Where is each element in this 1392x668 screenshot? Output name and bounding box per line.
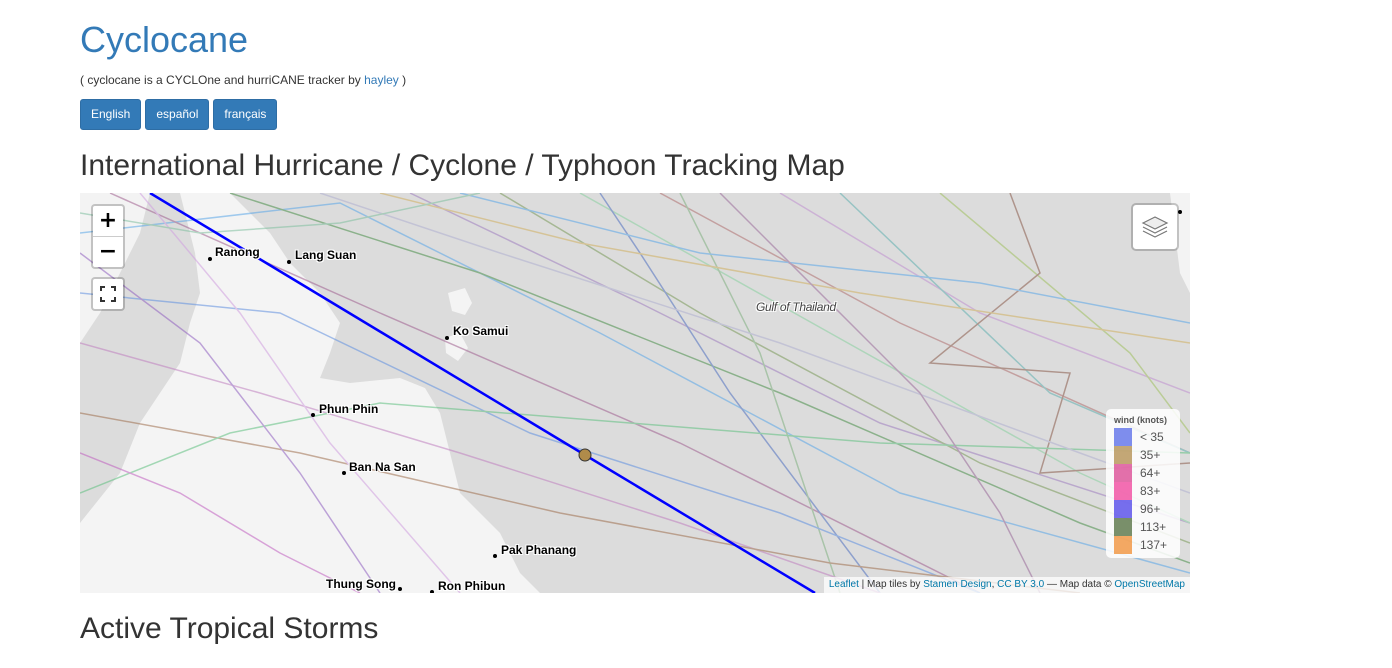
island-samui: [448, 288, 472, 315]
leaflet-link[interactable]: Leaflet: [829, 579, 859, 590]
lang-spanish-button[interactable]: español: [145, 99, 210, 130]
legend-swatch: [1114, 446, 1132, 464]
legend-item: 113+: [1114, 518, 1180, 536]
author-link[interactable]: hayley: [364, 73, 399, 87]
place-label: Lang Suan: [295, 248, 357, 262]
place-label: Ban Na San: [349, 460, 416, 474]
legend-label: 137+: [1140, 538, 1168, 552]
fullscreen-button[interactable]: [91, 277, 125, 311]
legend-label: 64+: [1140, 466, 1161, 480]
osm-link[interactable]: OpenStreetMap: [1114, 579, 1185, 590]
site-title[interactable]: Cyclocane: [80, 18, 248, 62]
legend-title: wind (knots): [1114, 415, 1167, 425]
lang-english-button[interactable]: English: [80, 99, 142, 130]
legend-item: 35+: [1114, 446, 1180, 464]
zoom-in-button[interactable]: +: [93, 206, 123, 236]
tracking-map[interactable]: Ranong Lang Suan Ko Samui Phun Phin Ban …: [80, 193, 1190, 593]
legend-swatch: [1114, 482, 1132, 500]
attrib-data: — Map data ©: [1044, 579, 1115, 590]
place-label: Ranong: [215, 245, 260, 259]
place-label: Phun Phin: [319, 402, 379, 416]
legend-item: 96+: [1114, 500, 1180, 518]
tagline-end: ): [398, 73, 407, 87]
stamen-link[interactable]: Stamen Design: [923, 579, 991, 590]
legend-item: 137+: [1114, 536, 1180, 554]
legend-swatch: [1114, 464, 1132, 482]
place-label: Ko Samui: [453, 324, 509, 338]
legend-label: 83+: [1140, 484, 1161, 498]
tagline: ( cyclocane is a CYCLOne and hurriCANE t…: [80, 72, 406, 88]
storms-heading: Active Tropical Storms: [80, 612, 379, 645]
legend-item: 83+: [1114, 482, 1180, 500]
legend-label: < 35: [1140, 430, 1164, 444]
license-link[interactable]: CC BY 3.0: [997, 579, 1044, 590]
legend-item: 64+: [1114, 464, 1180, 482]
layers-icon: [1141, 216, 1169, 238]
storm-position-marker: [578, 448, 592, 462]
layers-button[interactable]: [1131, 203, 1179, 251]
fullscreen-icon: [100, 286, 116, 302]
language-switcher: English español français: [80, 99, 278, 130]
zoom-out-button[interactable]: −: [93, 236, 123, 267]
place-label: Thung Song: [326, 577, 396, 591]
zoom-control: + −: [91, 204, 125, 269]
legend-item: < 35: [1114, 428, 1180, 446]
legend-label: 113+: [1140, 520, 1167, 534]
legend-swatch: [1114, 536, 1132, 554]
lang-french-button[interactable]: français: [213, 99, 278, 130]
tagline-text: ( cyclocane is a CYCLOne and hurriCANE t…: [80, 73, 365, 87]
map-attribution: Leaflet | Map tiles by Stamen Design, CC…: [823, 577, 1190, 593]
place-label: Pak Phanang: [501, 543, 577, 557]
legend-label: 35+: [1140, 448, 1161, 462]
legend-swatch: [1114, 518, 1132, 536]
place-label: Ron Phibun: [438, 579, 506, 593]
map-heading: International Hurricane / Cyclone / Typh…: [80, 149, 845, 182]
attrib-text: | Map tiles by: [858, 579, 924, 590]
sea-label: Gulf of Thailand: [756, 300, 836, 314]
wind-legend: wind (knots) < 35 35+ 64+ 83+ 96+ 113+ 137+: [1106, 409, 1180, 558]
legend-swatch: [1114, 500, 1132, 518]
legend-swatch: [1114, 428, 1132, 446]
legend-label: 96+: [1140, 502, 1161, 516]
